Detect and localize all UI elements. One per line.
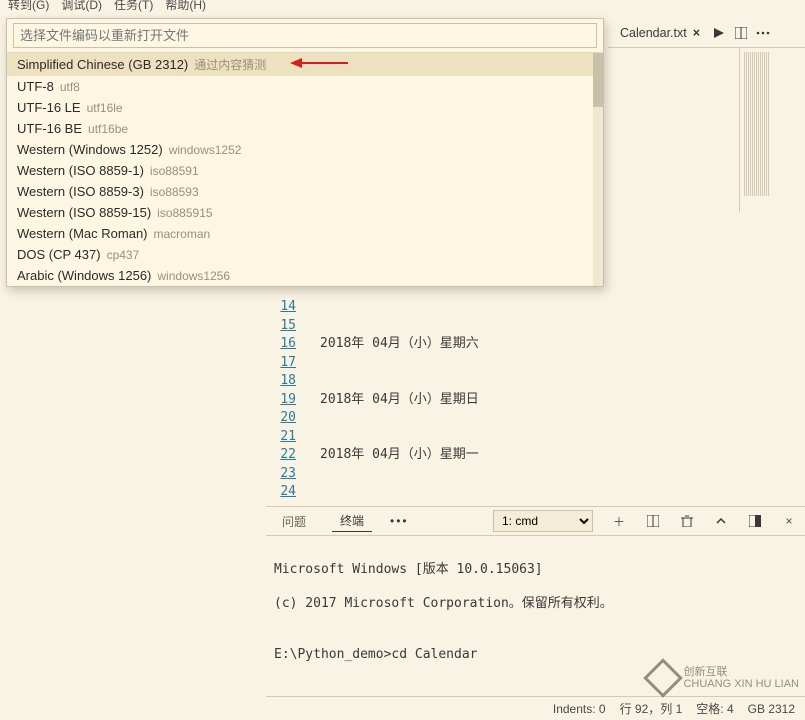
encoding-option[interactable]: Western (ISO 8859-1) iso88591 [7, 160, 603, 181]
encoding-hint: utf16be [88, 122, 128, 136]
line-number: 14 [280, 299, 296, 314]
encoding-option[interactable]: Arabic (Windows 1256) windows1256 [7, 265, 603, 286]
split-terminal-icon[interactable] [645, 513, 661, 529]
encoding-name: DOS (CP 437) [17, 247, 101, 262]
line-number: 20 [280, 410, 296, 425]
encoding-name: Western (ISO 8859-1) [17, 163, 144, 178]
watermark: 创新互联 CHUANG XIN HU LIAN [649, 664, 799, 692]
tab-close-icon[interactable]: × [693, 26, 700, 40]
more-icon[interactable] [754, 24, 772, 42]
encoding-option[interactable]: Simplified Chinese (GB 2312) 通过内容猜测 [7, 53, 603, 76]
split-editor-icon[interactable] [732, 24, 750, 42]
encoding-hint: iso88593 [150, 185, 199, 199]
encoding-option[interactable]: DOS (CP 437) cp437 [7, 244, 603, 265]
run-icon[interactable] [710, 24, 728, 42]
line-number: 22 [280, 447, 296, 462]
line-number: 18 [280, 373, 296, 388]
encoding-hint: cp437 [107, 248, 140, 262]
menu-goto[interactable]: 转到(G) [8, 0, 49, 12]
encoding-option[interactable]: Western (ISO 8859-15) iso885915 [7, 202, 603, 223]
tab-title: Calendar.txt [620, 26, 687, 40]
maximize-panel-icon[interactable] [747, 513, 763, 529]
encoding-name: Western (Windows 1252) [17, 142, 163, 157]
chevron-up-icon[interactable] [713, 513, 729, 529]
editor-tab[interactable]: Calendar.txt × [614, 24, 706, 42]
menu-tasks[interactable]: 任务(T) [114, 0, 153, 12]
line-number: 21 [280, 429, 296, 444]
encoding-picker: Simplified Chinese (GB 2312) 通过内容猜测 UTF-… [6, 18, 604, 287]
encoding-name: Arabic (Windows 1256) [17, 268, 151, 283]
line-number: 15 [280, 318, 296, 333]
encoding-option[interactable]: Western (Windows 1252) windows1252 [7, 139, 603, 160]
encoding-name: UTF-8 [17, 79, 54, 94]
encoding-option[interactable]: UTF-16 LE utf16le [7, 97, 603, 118]
encoding-name: UTF-16 LE [17, 100, 81, 115]
encoding-option[interactable]: UTF-16 BE utf16be [7, 118, 603, 139]
code-line: 2018年 04月（小）星期一 [320, 446, 479, 465]
code-content[interactable]: 2018年 04月（小）星期六 2018年 04月（小）星期日 2018年 04… [320, 298, 479, 500]
status-encoding[interactable]: GB 2312 [748, 702, 795, 716]
line-number: 17 [280, 355, 296, 370]
minimap[interactable] [739, 48, 773, 212]
encoding-hint: iso885915 [157, 206, 212, 220]
code-line: 2018年 04月（小）星期日 [320, 391, 479, 410]
panel-tabs: 问题 终端 ••• 1: cmd ＋ × [266, 506, 805, 536]
watermark-cn: 创新互联 [683, 666, 799, 678]
status-bar: Indents: 0 行 92，列 1 空格: 4 GB 2312 [266, 696, 805, 720]
menu-debug[interactable]: 调试(D) [61, 0, 102, 12]
terminal-line: (c) 2017 Microsoft Corporation。保留所有权利。 [274, 595, 797, 612]
scrollbar-thumb[interactable] [593, 53, 603, 107]
panel-more-icon[interactable]: ••• [390, 514, 409, 528]
line-number: 24 [280, 484, 296, 499]
editor[interactable]: 14 15 16 17 18 19 20 21 22 23 24 2018年 0… [0, 298, 805, 500]
minimap-content [744, 52, 769, 196]
encoding-name: Western (ISO 8859-3) [17, 184, 144, 199]
terminal-select[interactable]: 1: cmd [493, 510, 593, 532]
encoding-name: UTF-16 BE [17, 121, 82, 136]
terminal-line: Microsoft Windows [版本 10.0.15063] [274, 561, 797, 578]
encoding-search-input[interactable] [13, 23, 597, 48]
encoding-name: Simplified Chinese (GB 2312) [17, 57, 188, 72]
status-indents[interactable]: Indents: 0 [553, 702, 606, 716]
encoding-hint: utf16le [87, 101, 123, 115]
line-number: 16 [280, 336, 296, 351]
encoding-hint: windows1256 [157, 269, 230, 283]
watermark-logo-icon [644, 658, 684, 698]
status-position[interactable]: 行 92，列 1 [620, 700, 683, 717]
trash-icon[interactable] [679, 513, 695, 529]
terminal-line: E:\Python_demo>cd Calendar [274, 646, 797, 663]
encoding-hint: macroman [154, 227, 211, 241]
encoding-hint: iso88591 [150, 164, 199, 178]
editor-tabbar: Calendar.txt × [608, 18, 805, 48]
status-spaces[interactable]: 空格: 4 [696, 700, 733, 717]
scrollbar[interactable] [593, 53, 603, 286]
new-terminal-icon[interactable]: ＋ [611, 513, 627, 529]
encoding-hint: 通过内容猜测 [194, 56, 266, 73]
encoding-hint: utf8 [60, 80, 80, 94]
encoding-list: Simplified Chinese (GB 2312) 通过内容猜测 UTF-… [7, 53, 603, 286]
watermark-en: CHUANG XIN HU LIAN [683, 678, 799, 690]
encoding-option[interactable]: UTF-8 utf8 [7, 76, 603, 97]
tab-problems[interactable]: 问题 [274, 511, 314, 532]
menu-help[interactable]: 帮助(H) [165, 0, 206, 12]
code-line: 2018年 04月（小）星期六 [320, 335, 479, 354]
menu-bar: 转到(G) 调试(D) 任务(T) 帮助(H) [0, 0, 805, 12]
encoding-name: Western (Mac Roman) [17, 226, 148, 241]
tab-terminal[interactable]: 终端 [332, 510, 372, 532]
encoding-option[interactable]: Western (Mac Roman) macroman [7, 223, 603, 244]
line-number: 19 [280, 392, 296, 407]
gutter: 14 15 16 17 18 19 20 21 22 23 24 [0, 298, 302, 500]
encoding-name: Western (ISO 8859-15) [17, 205, 151, 220]
close-panel-icon[interactable]: × [781, 513, 797, 529]
encoding-hint: windows1252 [169, 143, 242, 157]
encoding-option[interactable]: Western (ISO 8859-3) iso88593 [7, 181, 603, 202]
line-number: 23 [280, 466, 296, 481]
